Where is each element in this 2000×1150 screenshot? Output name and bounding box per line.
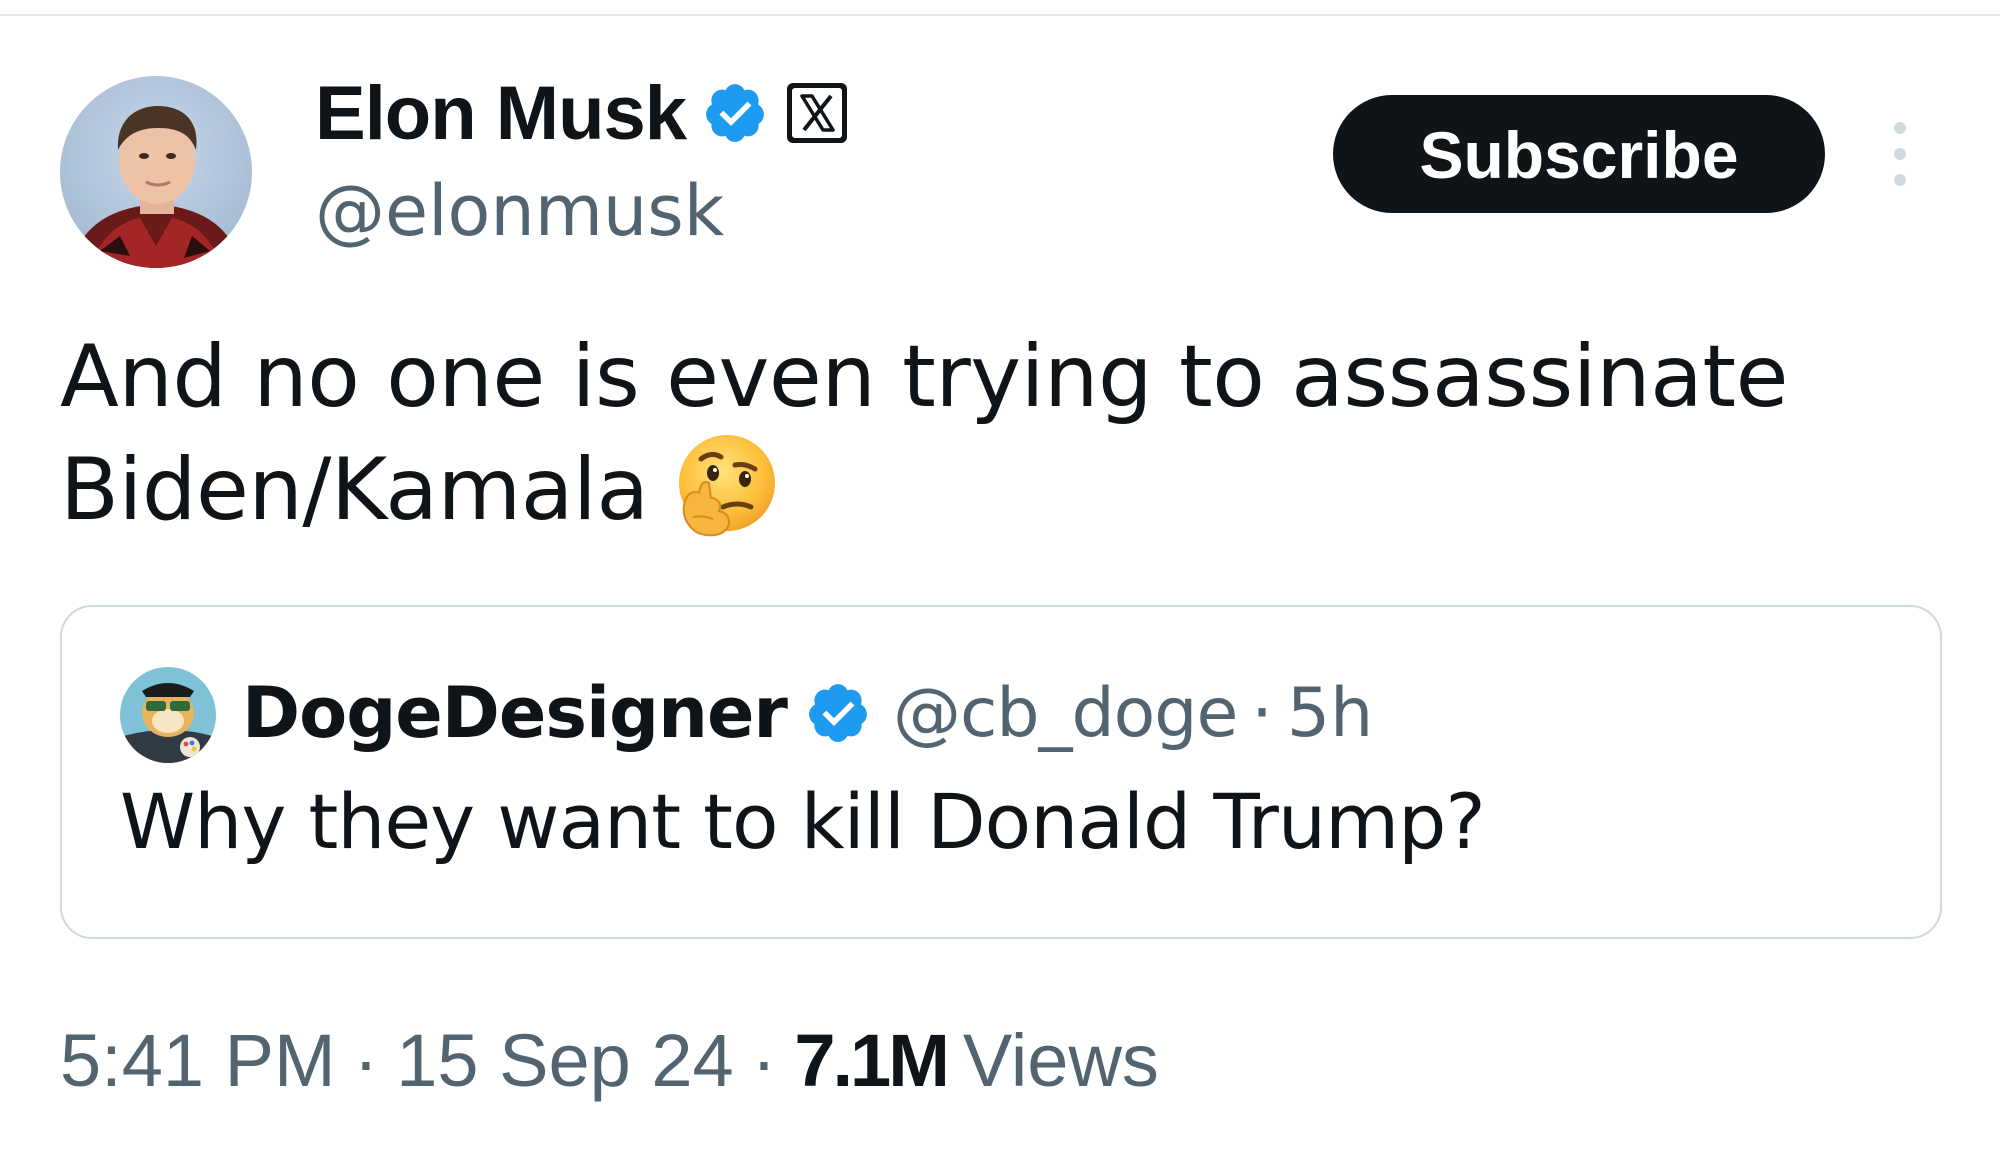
quoted-tweet-separator: · [1251, 673, 1273, 753]
author-name-row: Elon Musk [315, 68, 848, 158]
quoted-author-avatar[interactable] [120, 667, 216, 763]
tweet-meta-row: 5:41 PM · 15 Sep 24 · 7.1M Views [60, 1010, 1159, 1110]
tweet-text: And no one is even trying to assassinate… [60, 325, 1960, 542]
quoted-tweet-header: DogeDesigner @cb_doge · 5h [242, 663, 1373, 763]
quoted-author-display-name[interactable]: DogeDesigner [242, 672, 788, 754]
subscribe-button[interactable]: Subscribe [1333, 95, 1825, 213]
tweet-date[interactable]: 15 Sep 24 [396, 1018, 733, 1103]
quoted-tweet-time[interactable]: 5h [1287, 674, 1373, 753]
tweet-time[interactable]: 5:41 PM [60, 1018, 336, 1103]
more-options-icon[interactable] [1880, 118, 1920, 190]
x-logo-icon[interactable] [786, 82, 848, 144]
views-count[interactable]: 7.1M [794, 1018, 950, 1103]
thinking-face-icon [671, 429, 783, 541]
meta-separator: · [751, 1018, 777, 1102]
verified-badge-icon[interactable] [805, 680, 871, 746]
views-label: Views [962, 1018, 1159, 1102]
quoted-tweet-text: Why they want to kill Donald Trump? [120, 777, 1486, 866]
top-divider [0, 14, 2000, 16]
author-avatar[interactable] [60, 76, 252, 268]
meta-separator: · [353, 1018, 379, 1102]
author-display-name[interactable]: Elon Musk [315, 70, 687, 157]
quoted-author-handle[interactable]: @cb_doge [893, 674, 1238, 753]
author-handle[interactable]: @elonmusk [315, 170, 724, 252]
tweet-text-line: Biden/Kamala [60, 429, 1960, 542]
tweet-text-line: And no one is even trying to assassinate [60, 327, 1789, 427]
tweet-text-line-content: Biden/Kamala [60, 440, 649, 540]
verified-badge-icon[interactable] [702, 80, 768, 146]
quoted-tweet-card[interactable]: DogeDesigner @cb_doge · 5h Why they want… [60, 605, 1942, 939]
